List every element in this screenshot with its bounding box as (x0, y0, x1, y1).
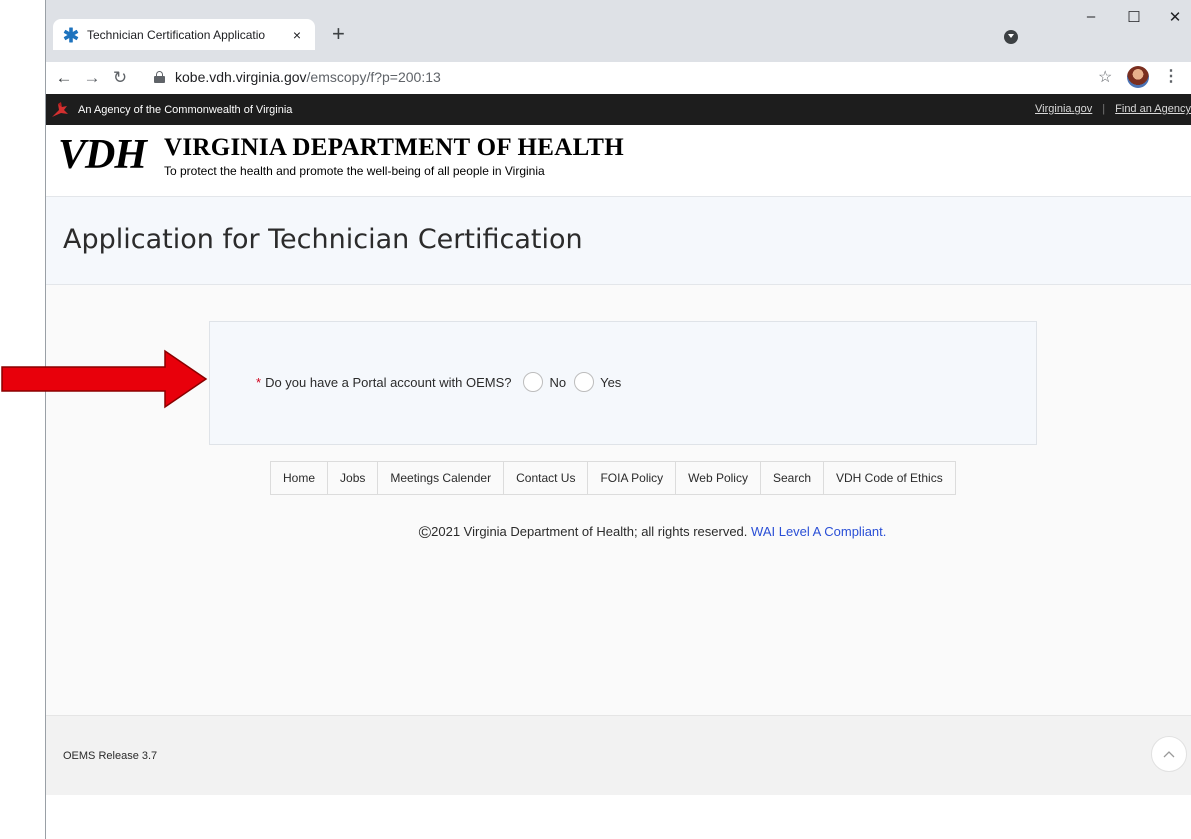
footer-link-jobs[interactable]: Jobs (328, 462, 379, 494)
wai-compliance-link[interactable]: WAI Level A Compliant. (751, 524, 886, 539)
question-region: * Do you have a Portal account with OEMS… (209, 321, 1037, 445)
radio-yes[interactable] (574, 372, 595, 392)
browser-window: Technician Certification Applicatio × + … (45, 0, 1191, 839)
page-title-bar: Application for Technician Certification (46, 197, 1191, 285)
maximize-button[interactable]: ☐ (1119, 8, 1149, 26)
main-content: * Do you have a Portal account with OEMS… (46, 285, 1191, 715)
org-name: VIRGINIA DEPARTMENT OF HEALTH (164, 134, 624, 161)
address-bar-row: ← → ↻ kobe.vdh.virginia.gov/emscopy/f?p=… (46, 62, 1191, 94)
radio-no-label[interactable]: No (549, 375, 566, 390)
release-version: OEMS Release 3.7 (63, 750, 158, 762)
close-window-button[interactable]: ✕ (1160, 8, 1190, 26)
org-tagline: To protect the health and promote the we… (164, 164, 545, 178)
page-title: Application for Technician Certification (63, 224, 583, 255)
footer-link-meetings-calender[interactable]: Meetings Calender (378, 462, 505, 494)
cardinal-logo-icon (52, 101, 68, 117)
agency-links: Virginia.gov | Find an Agency (1035, 103, 1191, 115)
back-icon[interactable]: ← (50, 68, 78, 88)
tab-title: Technician Certification Applicatio (87, 27, 266, 42)
chevron-up-icon (1163, 751, 1175, 758)
star-of-life-icon (63, 27, 79, 42)
url-path: /emscopy/f?p=200:13 (306, 69, 441, 85)
bookmark-star-icon[interactable]: ☆ (1098, 67, 1112, 87)
question-label: Do you have a Portal account with OEMS? (265, 374, 512, 390)
copyright-text: 2021 Virginia Department of Health; all … (431, 524, 748, 539)
release-bar: OEMS Release 3.7 (46, 715, 1191, 795)
copyright: ©2021 Virginia Department of Health; all… (46, 523, 1191, 543)
profile-avatar[interactable] (1127, 66, 1149, 88)
footer-link-foia-policy[interactable]: FOIA Policy (588, 462, 677, 494)
footer-link-search[interactable]: Search (761, 462, 824, 494)
url-host: kobe.vdh.virginia.gov (175, 69, 307, 85)
tab-close-icon[interactable]: × (289, 27, 305, 43)
radio-yes-label[interactable]: Yes (600, 375, 621, 390)
radio-no[interactable] (523, 372, 544, 392)
tab-strip: Technician Certification Applicatio × + … (46, 0, 1191, 62)
footer-link-home[interactable]: Home (271, 462, 329, 494)
vdh-logo[interactable]: VDH (58, 131, 147, 179)
scroll-to-top-button[interactable] (1151, 736, 1187, 772)
agency-text: An Agency of the Commonwealth of Virgini… (78, 103, 293, 116)
footer-link-code-of-ethics[interactable]: VDH Code of Ethics (824, 462, 955, 494)
footer-nav: Home Jobs Meetings Calender Contact Us F… (270, 461, 956, 495)
footer-link-web-policy[interactable]: Web Policy (676, 462, 761, 494)
copyright-symbol: © (418, 523, 432, 542)
annotation-arrow-icon (1, 349, 208, 409)
new-tab-button[interactable]: + (332, 21, 345, 47)
page-viewport: An Agency of the Commonwealth of Virgini… (46, 94, 1191, 839)
reload-icon[interactable]: ↻ (106, 68, 134, 88)
required-marker: * (256, 374, 262, 390)
portal-question: * Do you have a Portal account with OEMS… (256, 372, 621, 392)
tab-search-icon[interactable] (1004, 30, 1018, 44)
minimize-button[interactable]: – (1076, 8, 1106, 25)
agency-bar: An Agency of the Commonwealth of Virgini… (46, 94, 1191, 125)
virginia-gov-link[interactable]: Virginia.gov (1035, 103, 1092, 115)
footer-link-contact-us[interactable]: Contact Us (504, 462, 589, 494)
vdh-header: VDH VIRGINIA DEPARTMENT OF HEALTH To pro… (46, 125, 1191, 197)
url-field[interactable]: kobe.vdh.virginia.gov/emscopy/f?p=200:13 (154, 64, 1114, 90)
browser-tab[interactable]: Technician Certification Applicatio × (53, 19, 315, 50)
forward-icon[interactable]: → (78, 68, 106, 88)
find-an-agency-link[interactable]: Find an Agency (1115, 103, 1191, 115)
browser-menu-icon[interactable]: ⋮ (1163, 66, 1179, 86)
lock-icon[interactable] (154, 71, 165, 83)
